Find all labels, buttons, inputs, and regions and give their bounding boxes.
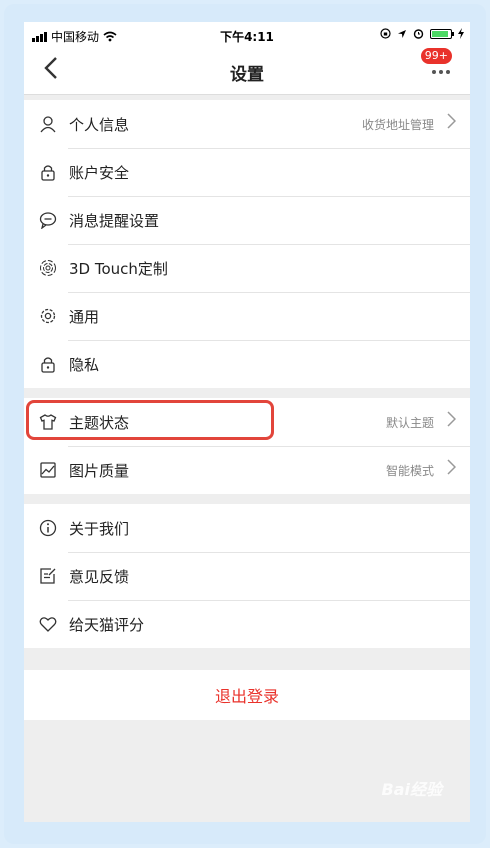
notification-badge: 99+	[420, 48, 452, 64]
row-privacy[interactable]: 隐私	[24, 340, 470, 388]
chevron-right-icon	[447, 411, 456, 427]
privacy-lock-icon	[37, 353, 59, 375]
gear-icon	[37, 305, 59, 327]
row-general[interactable]: 通用	[24, 292, 470, 340]
row-label: 关于我们	[69, 519, 130, 538]
location-icon	[397, 29, 407, 39]
info-icon	[37, 517, 59, 539]
settings-group-about: 关于我们 意见反馈 给天猫评分	[24, 504, 470, 648]
lock-icon	[37, 161, 59, 183]
settings-group-account: 个人信息 收货地址管理 账户安全 消息提醒设置 3D Touch定制 通用 隐私	[24, 100, 470, 388]
row-3d-touch[interactable]: 3D Touch定制	[24, 244, 470, 292]
row-value: 收货地址管理	[361, 117, 434, 132]
battery-icon	[430, 28, 454, 39]
fingerprint-icon	[37, 257, 59, 279]
person-icon	[37, 113, 59, 135]
row-value: 智能模式	[385, 463, 434, 478]
chevron-right-icon	[447, 113, 456, 129]
row-image-quality[interactable]: 图片质量 智能模式	[24, 446, 470, 494]
phone-screen: 中国移动 下午4:11 设置 99+ 个人信息 收货地址管理 账户安全 消息提醒…	[24, 22, 470, 822]
row-label: 账户安全	[69, 163, 130, 182]
baidu-watermark: Bai经验	[381, 780, 442, 799]
feedback-icon	[37, 565, 59, 587]
image-icon	[37, 459, 59, 481]
row-label: 给天猫评分	[69, 615, 145, 634]
row-feedback[interactable]: 意见反馈	[24, 552, 470, 600]
row-rate-tmall[interactable]: 给天猫评分	[24, 600, 470, 648]
alarm-icon	[413, 28, 424, 39]
status-bar: 中国移动 下午4:11	[24, 22, 470, 48]
nav-bar: 设置 99+	[24, 48, 470, 95]
row-label: 隐私	[69, 355, 100, 374]
page-title: 设置	[230, 65, 264, 85]
heart-icon	[37, 613, 59, 635]
row-label: 个人信息	[69, 115, 130, 134]
row-label: 意见反馈	[69, 567, 130, 586]
rotation-lock-icon	[380, 28, 391, 39]
message-icon	[37, 209, 59, 231]
row-label: 消息提醒设置	[69, 211, 160, 230]
logout-button[interactable]: 退出登录	[24, 670, 470, 720]
row-label: 图片质量	[69, 461, 130, 480]
row-label: 3D Touch定制	[69, 259, 168, 278]
highlight-annotation	[26, 400, 274, 440]
row-account-security[interactable]: 账户安全	[24, 148, 470, 196]
charging-icon	[458, 28, 464, 39]
row-about-us[interactable]: 关于我们	[24, 504, 470, 552]
chevron-right-icon	[447, 459, 456, 475]
row-value: 默认主题	[385, 415, 434, 430]
row-label: 通用	[69, 307, 100, 326]
row-message-settings[interactable]: 消息提醒设置	[24, 196, 470, 244]
row-personal-info[interactable]: 个人信息 收货地址管理	[24, 100, 470, 148]
